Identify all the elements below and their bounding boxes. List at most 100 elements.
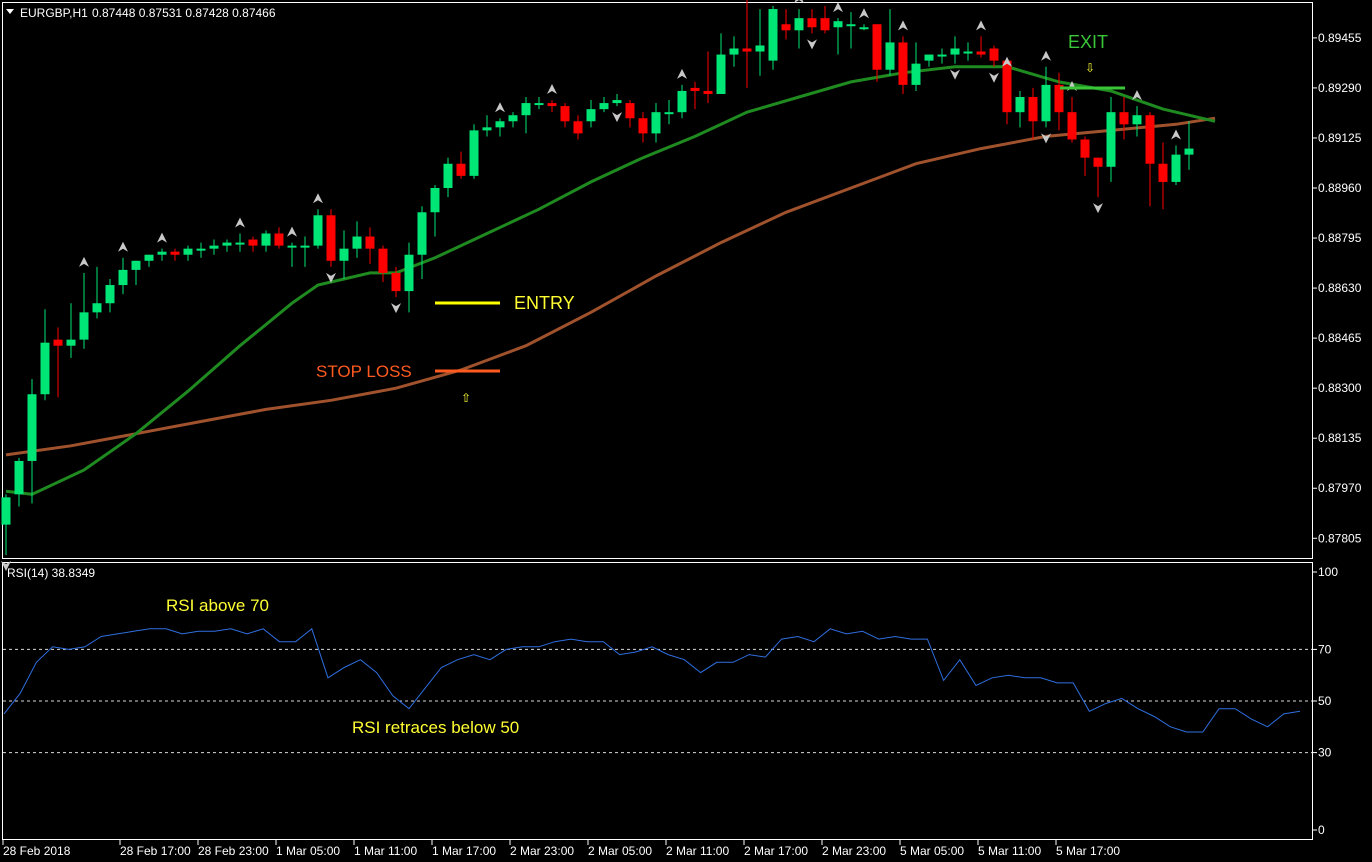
candle-body — [391, 272, 401, 292]
candle-body — [573, 121, 583, 134]
candle-body — [703, 90, 713, 94]
candle-body — [469, 130, 479, 176]
candle-body — [495, 121, 505, 128]
candle-body — [625, 103, 635, 119]
candle-body — [755, 45, 765, 52]
candle-body — [287, 245, 297, 248]
candle-body — [677, 90, 687, 113]
candle-body — [144, 254, 154, 261]
candle-body — [196, 248, 206, 251]
candle-body — [157, 251, 167, 255]
candle-body — [1158, 163, 1168, 182]
price-tick-label: 0.89455 — [1318, 31, 1362, 45]
candle-body — [599, 103, 609, 110]
candle-body — [521, 103, 531, 116]
price-tick-label: 0.87805 — [1318, 531, 1362, 545]
time-tick-label: 1 Mar 17:00 — [432, 844, 496, 858]
price-tick-label: 0.88465 — [1318, 331, 1362, 345]
price-tick-label: 0.89290 — [1318, 81, 1362, 95]
mt4-chart[interactable]: 0.89455 0.89290 0.89125 0.88960 0.88795 0.886… — [0, 0, 1372, 862]
candle-body — [963, 51, 973, 54]
candle-body — [1132, 115, 1142, 125]
time-tick-label: 2 Mar 23:00 — [822, 844, 886, 858]
time-tick-label: 2 Mar 23:00 — [510, 844, 574, 858]
candle-body — [937, 54, 947, 57]
candle-body — [1171, 154, 1181, 182]
candle-body — [872, 24, 882, 70]
candle-body — [79, 312, 89, 340]
candle-body — [235, 242, 245, 245]
candle-body — [456, 163, 466, 176]
candle-body — [378, 248, 388, 273]
candle-body — [300, 245, 310, 248]
ohlc-values: 0.87448 0.87531 0.87428 0.87466 — [92, 6, 276, 20]
candle-body — [794, 18, 804, 31]
candle-body — [1002, 60, 1012, 113]
candle-body — [547, 103, 557, 107]
price-tick-label: 0.88630 — [1318, 281, 1362, 295]
candle-body — [846, 24, 856, 27]
candle-body — [820, 18, 830, 31]
candle-body — [131, 260, 141, 270]
candle-body — [40, 342, 50, 395]
price-tick-label: 0.88960 — [1318, 181, 1362, 195]
candle-body — [1067, 112, 1077, 140]
candle-body — [729, 48, 739, 55]
candle-body — [534, 103, 544, 106]
time-tick-label: 28 Feb 2018 — [3, 844, 71, 858]
candle-body — [768, 9, 778, 61]
candle-body — [1, 497, 11, 525]
entry-label: ENTRY — [514, 293, 575, 313]
price-tick-label: 0.87970 — [1318, 481, 1362, 495]
candle-body — [404, 254, 414, 292]
candle-body — [560, 106, 570, 122]
time-tick-label: 28 Feb 17:00 — [120, 844, 191, 858]
candle-body — [989, 48, 999, 61]
candle-body — [183, 248, 193, 255]
candle-body — [781, 24, 791, 31]
candle-body — [222, 242, 232, 246]
candle-body — [248, 239, 258, 246]
rsi-tick-label: 30 — [1318, 746, 1332, 760]
candle-body — [1015, 97, 1025, 113]
rsi-above-label: RSI above 70 — [166, 596, 269, 615]
candle-body — [612, 100, 622, 104]
candle-body — [365, 236, 375, 249]
candle-body — [1041, 84, 1051, 122]
candle-body — [261, 233, 271, 246]
candle-body — [924, 54, 934, 61]
candle-body — [664, 112, 674, 115]
candle-body — [950, 48, 960, 55]
time-tick-label: 5 Mar 05:00 — [900, 844, 964, 858]
candle-body — [690, 87, 700, 91]
stop-loss-label: STOP LOSS — [316, 362, 412, 381]
time-tick-label: 5 Mar 11:00 — [978, 844, 1041, 858]
rsi-tick-label: 100 — [1318, 565, 1338, 579]
rsi-tick-label: 50 — [1318, 694, 1332, 708]
price-tick-label: 0.88300 — [1318, 381, 1362, 395]
candle-body — [430, 188, 440, 213]
exit-label: EXIT — [1068, 32, 1108, 52]
candle-body — [586, 109, 596, 122]
candle-body — [898, 42, 908, 85]
candle-body — [638, 118, 648, 134]
candle-body — [443, 163, 453, 188]
time-tick-label: 5 Mar 17:00 — [1056, 844, 1120, 858]
candle-body — [1093, 157, 1103, 167]
candle-body — [807, 18, 817, 28]
time-tick-label: 1 Mar 05:00 — [276, 844, 340, 858]
candle-body — [911, 63, 921, 85]
price-tick-label: 0.89125 — [1318, 131, 1362, 145]
candle-body — [53, 339, 63, 346]
candle-body — [508, 115, 518, 122]
candle-body — [417, 212, 427, 255]
candle-body — [1119, 112, 1129, 125]
candle-body — [66, 339, 76, 346]
candle-body — [209, 245, 219, 249]
candle-body — [859, 27, 869, 30]
candle-body — [885, 42, 895, 70]
time-tick-label: 28 Feb 23:00 — [198, 844, 269, 858]
rsi-retrace-label: RSI retraces below 50 — [352, 718, 519, 737]
candle-body — [326, 215, 336, 261]
buy-arrow-icon: ⇧ — [461, 391, 471, 405]
